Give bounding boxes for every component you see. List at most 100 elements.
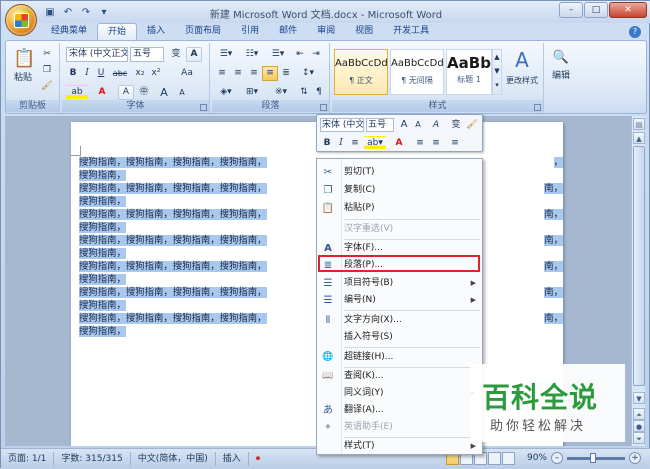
menu-item-translate[interactable]: あ翻译(A)...: [317, 402, 482, 419]
menu-item-bullets[interactable]: ☰ 项目符号(B) ▶: [317, 275, 482, 292]
outline-icon[interactable]: [488, 452, 501, 465]
tab-home[interactable]: 开始: [97, 23, 138, 41]
mini-size-select[interactable]: 五号: [366, 118, 394, 132]
chinese-layout-icon[interactable]: ※▾: [268, 85, 294, 100]
borders-icon[interactable]: ⊞▾: [240, 85, 264, 100]
menu-item-numbering[interactable]: ☰ 编号(N) ▶: [317, 292, 482, 309]
office-button[interactable]: [5, 4, 37, 36]
mini-bold-icon[interactable]: B: [320, 136, 334, 150]
insert-mode[interactable]: 插入: [216, 452, 249, 466]
mini-grow-font-icon[interactable]: A: [397, 118, 411, 132]
scroll-thumb[interactable]: [633, 146, 645, 386]
font-dialog-launcher-icon[interactable]: [200, 104, 207, 111]
align-left-icon[interactable]: ≡: [214, 66, 230, 81]
menu-item-text-direction[interactable]: ⫴ 文字方向(X)...: [317, 312, 482, 329]
mini-bullets-icon[interactable]: ≡: [445, 136, 465, 150]
close-button[interactable]: ✕: [609, 2, 647, 18]
format-painter-icon[interactable]: 🖌: [40, 79, 54, 94]
minimize-button[interactable]: –: [559, 2, 583, 18]
underline-icon[interactable]: U: [94, 66, 108, 81]
mini-phonetic-icon[interactable]: 变: [449, 118, 463, 132]
paste-button[interactable]: 粘贴: [10, 71, 36, 86]
shrink-font-icon[interactable]: A: [174, 85, 190, 100]
font-color-icon[interactable]: A: [92, 85, 112, 100]
prev-page-icon[interactable]: ⏶: [633, 408, 645, 420]
mini-font-color-icon[interactable]: A: [389, 136, 409, 150]
styles-scroll-icon[interactable]: ▲ ▼ ▾: [492, 49, 502, 95]
change-styles-button[interactable]: 更改样式: [502, 73, 542, 88]
macro-record-icon[interactable]: ⏺: [249, 452, 268, 466]
vertical-scrollbar[interactable]: ▤ ▲ ▼ ⏶ ● ⏷: [631, 116, 645, 446]
tab-review[interactable]: 审阅: [307, 23, 345, 41]
mini-format-painter-icon[interactable]: 🖌: [465, 118, 479, 132]
line-spacing-icon[interactable]: ↕▾: [296, 66, 320, 81]
tab-developer[interactable]: 开发工具: [383, 23, 439, 41]
show-marks-icon[interactable]: ¶: [312, 85, 326, 100]
zoom-slider-thumb[interactable]: [589, 452, 596, 463]
menu-item-insert-symbol[interactable]: 插入符号(S): [317, 329, 482, 346]
char-border-icon[interactable]: A: [186, 47, 202, 62]
menu-item-paste[interactable]: 📋 粘贴(P): [317, 200, 482, 217]
word-count[interactable]: 字数: 315/315: [54, 452, 131, 466]
scroll-down-icon[interactable]: ▼: [633, 392, 645, 404]
zoom-out-icon[interactable]: –: [551, 452, 563, 464]
help-icon[interactable]: ?: [629, 26, 641, 38]
tab-view[interactable]: 视图: [345, 23, 383, 41]
cut-icon[interactable]: ✂: [40, 47, 54, 62]
style-heading-1[interactable]: AaBb 标题 1: [446, 49, 492, 95]
mini-decrease-indent-icon[interactable]: ≡: [413, 136, 427, 150]
menu-item-lookup[interactable]: 📖 查阅(K)...: [317, 368, 482, 385]
sort-icon[interactable]: ⇅: [296, 85, 312, 100]
menu-item-styles[interactable]: 样式(T) ▶: [317, 438, 482, 455]
scroll-up-icon[interactable]: ▲: [633, 132, 645, 144]
bullets-icon[interactable]: ☰▾: [214, 47, 238, 62]
tab-mailings[interactable]: 邮件: [269, 23, 307, 41]
justify-icon[interactable]: ≡: [262, 66, 278, 81]
menu-item-cut[interactable]: ✂ 剪切(T): [317, 164, 482, 181]
change-case-icon[interactable]: Aa: [178, 66, 196, 81]
enclose-char-icon[interactable]: ㊥: [136, 85, 152, 100]
menu-item-hyperlink[interactable]: 🌐 超链接(H)...: [317, 349, 482, 366]
align-center-icon[interactable]: ≡: [230, 66, 246, 81]
strikethrough-icon[interactable]: abc: [110, 66, 130, 81]
maximize-button[interactable]: □: [584, 2, 608, 18]
font-family-select[interactable]: 宋体 (中文正文): [66, 47, 128, 62]
paragraph-dialog-launcher-icon[interactable]: [320, 104, 327, 111]
mini-center-icon[interactable]: ≡: [348, 136, 362, 150]
bold-icon[interactable]: B: [66, 66, 80, 81]
increase-indent-icon[interactable]: ⇥: [308, 47, 324, 62]
next-page-icon[interactable]: ⏷: [633, 432, 645, 444]
tab-references[interactable]: 引用: [231, 23, 269, 41]
align-right-icon[interactable]: ≡: [246, 66, 262, 81]
mini-font-select[interactable]: 宋体 (中文: [320, 118, 364, 132]
grow-font-icon[interactable]: 变: [168, 47, 184, 62]
language-indicator[interactable]: 中文(简体，中国): [131, 452, 216, 466]
font-size-select[interactable]: 五号: [130, 47, 164, 62]
page-count[interactable]: 页面: 1/1: [1, 452, 55, 466]
subscript-icon[interactable]: x₂: [132, 66, 148, 81]
multilevel-list-icon[interactable]: ☰▾: [266, 47, 290, 62]
zoom-level[interactable]: 90%: [527, 453, 547, 463]
tab-insert[interactable]: 插入: [137, 23, 175, 41]
mini-increase-indent-icon[interactable]: ≡: [429, 136, 443, 150]
char-shading-icon[interactable]: A: [118, 85, 134, 100]
italic-icon[interactable]: I: [80, 66, 94, 81]
tab-classic-menu[interactable]: 经典菜单: [41, 23, 97, 41]
mini-styles-icon[interactable]: A: [427, 118, 445, 132]
tab-page-layout[interactable]: 页面布局: [175, 23, 231, 41]
styles-dialog-launcher-icon[interactable]: [534, 104, 541, 111]
decrease-indent-icon[interactable]: ⇤: [292, 47, 308, 62]
menu-item-copy[interactable]: ❐ 复制(C): [317, 182, 482, 199]
zoom-in-icon[interactable]: +: [629, 452, 641, 464]
change-styles-icon[interactable]: A: [504, 47, 540, 72]
zoom-slider[interactable]: [567, 452, 625, 463]
browse-object-icon[interactable]: ●: [633, 420, 645, 432]
numbering-icon[interactable]: ☷▾: [240, 47, 264, 62]
shading-icon[interactable]: ◈▾: [214, 85, 238, 100]
mini-italic-icon[interactable]: I: [334, 136, 348, 150]
draft-icon[interactable]: [502, 452, 515, 465]
style-no-spacing[interactable]: AaBbCcDd ¶ 无间隔: [390, 49, 444, 95]
copy-icon[interactable]: ❐: [40, 63, 54, 78]
grow-font-size-icon[interactable]: A: [156, 85, 172, 100]
style-normal[interactable]: AaBbCcDd ¶ 正文: [334, 49, 388, 95]
